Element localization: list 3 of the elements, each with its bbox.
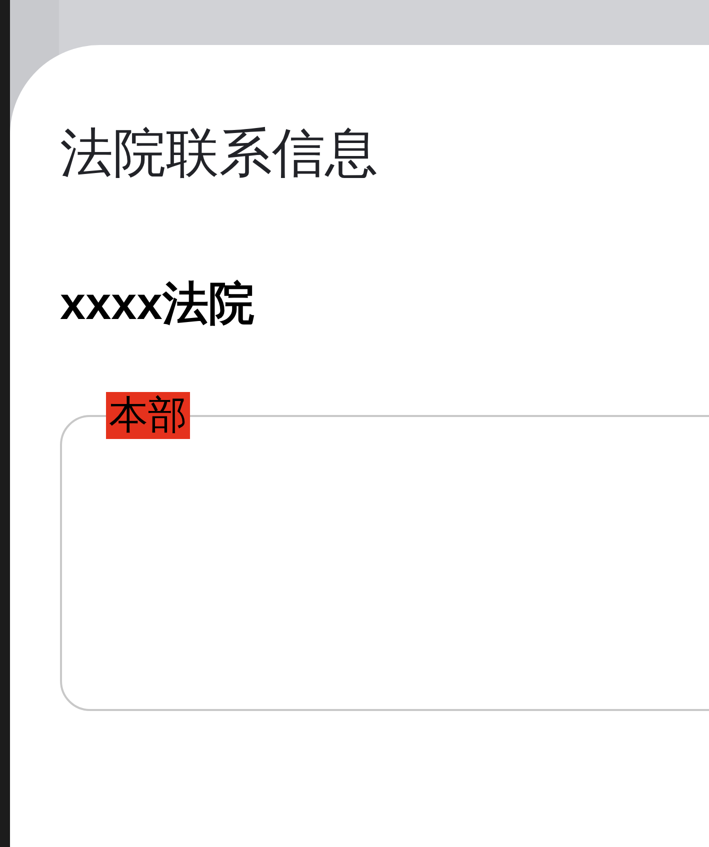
section-label: 本部 (106, 392, 190, 439)
page-title: 法院联系信息 (60, 123, 378, 185)
court-name: xxxx法院 (60, 276, 254, 330)
